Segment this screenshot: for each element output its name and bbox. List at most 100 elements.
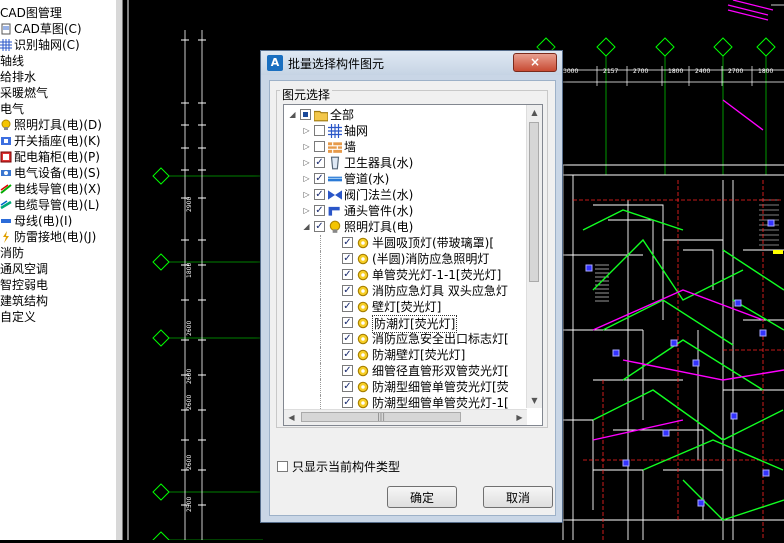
tree-checkbox[interactable]: ✓ <box>342 317 353 328</box>
tree-checkbox[interactable]: ✓ <box>342 349 353 360</box>
tree-checkbox[interactable]: ✓ <box>342 365 353 376</box>
tree-checkbox[interactable]: ✓ <box>342 285 353 296</box>
nav-item[interactable]: 智控弱电 <box>0 277 48 293</box>
dimension-label: 1800 <box>758 68 773 75</box>
nav-item[interactable]: CAD草图(C) <box>0 21 82 37</box>
tree-node[interactable]: ▷ ✓ 卫生器具(水) <box>284 155 524 171</box>
tree-node[interactable]: ▷ ✓ 阀门法兰(水) <box>284 187 524 203</box>
nav-item[interactable]: 通风空调 <box>0 261 48 277</box>
tree-checkbox[interactable]: ✓ <box>342 237 353 248</box>
tree-checkbox[interactable]: ✓ <box>342 269 353 280</box>
nav-item[interactable]: 给排水 <box>0 69 36 85</box>
nav-item-label: 照明灯具(电)(D) <box>14 118 102 132</box>
component-tree[interactable]: ◢ 全部 ▷ 轴网 ▷ 墙 ▷ ✓ 卫生器具(水) ▷ ✓ 管道(水) ▷ ✓ 阀门法兰(水) ▷ ✓ 通头管件(… <box>283 104 543 426</box>
nav-item[interactable]: 消防 <box>0 245 24 261</box>
nav-item[interactable]: 建筑结构 <box>0 293 48 309</box>
nav-item-label: 防雷接地(电)(J) <box>14 230 97 244</box>
nav-item[interactable]: 电气 <box>0 101 24 117</box>
tree-node[interactable]: ✓ 消防应急安全出口标志灯[ <box>284 331 524 347</box>
lamp-icon <box>356 364 370 378</box>
nav-item[interactable]: 自定义 <box>0 309 36 325</box>
tree-checkbox[interactable] <box>314 125 325 136</box>
tree-node[interactable]: ✓ 单管荧光灯-1-1[荧光灯] <box>284 267 524 283</box>
tree-horizontal-scrollbar[interactable]: ◀ ||| ▶ <box>284 409 527 425</box>
cancel-button[interactable]: 取消 <box>483 486 553 508</box>
axis-diamond-marker <box>596 37 616 57</box>
expand-icon[interactable]: ▷ <box>302 158 311 167</box>
nav-item[interactable]: 照明灯具(电)(D) <box>0 117 102 133</box>
nav-item[interactable]: 电线导管(电)(X) <box>0 181 101 197</box>
ok-button[interactable]: 确定 <box>387 486 457 508</box>
tree-checkbox[interactable]: ✓ <box>342 301 353 312</box>
dimension-label: 2700 <box>728 68 743 75</box>
lamp-icon <box>356 268 370 282</box>
nav-item[interactable]: CAD图管理 <box>0 5 62 21</box>
tree-node[interactable]: ✓ 半圆吸顶灯(带玻璃罩)[ <box>284 235 524 251</box>
nav-item[interactable]: 采暖燃气 <box>0 85 48 101</box>
tree-node[interactable]: ◢ ✓ 照明灯具(电) <box>284 219 524 235</box>
tree-checkbox[interactable]: ✓ <box>314 189 325 200</box>
tree-checkbox[interactable]: ✓ <box>314 173 325 184</box>
tree-checkbox[interactable]: ✓ <box>342 253 353 264</box>
expand-icon[interactable]: ▷ <box>302 126 311 135</box>
tree-vertical-scrollbar[interactable]: ▲ ▼ <box>526 105 542 408</box>
tree-node[interactable]: ▷ ✓ 通头管件(水) <box>284 203 524 219</box>
tree-guide-line <box>320 299 321 315</box>
expand-icon[interactable]: ▷ <box>302 174 311 183</box>
distribution-box-icon <box>0 151 12 163</box>
expand-icon[interactable]: ▷ <box>302 206 311 215</box>
tree-checkbox[interactable]: ✓ <box>314 205 325 216</box>
tree-checkbox[interactable]: ✓ <box>314 221 325 232</box>
legend-stroke <box>727 9 769 21</box>
tree-node[interactable]: ◢ 全部 <box>284 107 524 123</box>
nav-item-label: 识别轴网(C) <box>14 38 80 52</box>
hscroll-thumb[interactable]: ||| <box>301 412 461 422</box>
nav-item[interactable]: 配电箱柜(电)(P) <box>0 149 100 165</box>
tree-node[interactable]: ✓ 消防应急灯具 双头应急灯 <box>284 283 524 299</box>
nav-item[interactable]: 母线(电)(I) <box>0 213 72 229</box>
nav-item[interactable]: 识别轴网(C) <box>0 37 80 53</box>
tree-node[interactable]: ✓ 细管径直管形双管荧光灯[ <box>284 363 524 379</box>
tree-node[interactable]: ✓ 壁灯[荧光灯] <box>284 299 524 315</box>
nav-item[interactable]: 轴线 <box>0 53 24 69</box>
collapse-icon[interactable]: ◢ <box>302 222 311 231</box>
close-button[interactable]: × <box>513 53 557 72</box>
nav-item[interactable]: 开关插座(电)(K) <box>0 133 101 149</box>
tree-node-label: 轴网 <box>344 124 369 138</box>
tree-node[interactable]: ▷ ✓ 管道(水) <box>284 171 524 187</box>
tree-node[interactable]: ✓ 防潮型细管单管荧光灯[荧 <box>284 379 524 395</box>
tree-checkbox[interactable]: ✓ <box>342 397 353 408</box>
dimension-label: 2600 <box>186 455 193 470</box>
scroll-left-icon[interactable]: ◀ <box>284 410 299 425</box>
tree-node[interactable]: ✓ (半圆)消防应急照明灯 <box>284 251 524 267</box>
electrical-device-marker <box>612 349 620 357</box>
tree-checkbox[interactable] <box>300 109 311 120</box>
tree-checkbox[interactable]: ✓ <box>342 333 353 344</box>
scroll-down-icon[interactable]: ▼ <box>527 393 542 408</box>
tree-checkbox[interactable]: ✓ <box>314 157 325 168</box>
tree-checkbox[interactable]: ✓ <box>342 381 353 392</box>
collapse-icon[interactable]: ◢ <box>288 110 297 119</box>
expand-icon[interactable]: ▷ <box>302 190 311 199</box>
nav-item[interactable]: 电气设备(电)(S) <box>0 165 100 181</box>
scroll-thumb[interactable] <box>529 122 539 282</box>
tree-node[interactable]: ▷ 墙 <box>284 139 524 155</box>
tree-guide-line <box>320 315 321 331</box>
nav-item[interactable]: 防雷接地(电)(J) <box>0 229 96 245</box>
panel-splitter[interactable] <box>116 0 123 540</box>
nav-item-label: 轴线 <box>0 54 25 68</box>
scroll-up-icon[interactable]: ▲ <box>527 105 542 120</box>
scroll-right-icon[interactable]: ▶ <box>512 410 527 425</box>
wall-icon <box>328 140 342 154</box>
nav-item[interactable]: 电缆导管(电)(L) <box>0 197 99 213</box>
tree-node[interactable]: ✓ 防潮灯[荧光灯] <box>284 315 524 333</box>
wall-line <box>663 239 724 300</box>
tree-node[interactable]: ✓ 防潮壁灯[荧光灯] <box>284 347 524 363</box>
tree-checkbox[interactable] <box>314 141 325 152</box>
tree-node[interactable]: ▷ 轴网 <box>284 123 524 139</box>
dialog-title-bar[interactable]: A 批量选择构件图元 × <box>261 51 562 75</box>
dimension-label: 2700 <box>633 68 648 75</box>
only-current-checkbox[interactable] <box>277 461 288 472</box>
expand-icon[interactable]: ▷ <box>302 142 311 151</box>
tree-guide-line <box>320 331 321 347</box>
